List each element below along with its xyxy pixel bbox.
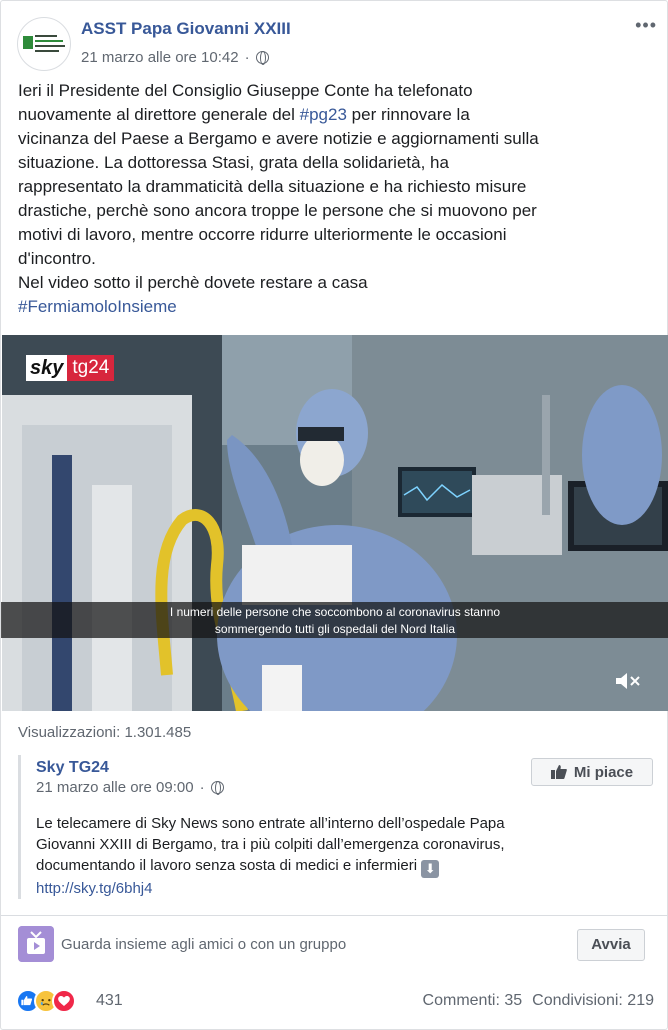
love-reaction-icon <box>52 989 76 1013</box>
logo-mark <box>23 36 33 49</box>
post-text: Ieri il Presidente del Consiglio Giusepp… <box>18 79 650 319</box>
views-count: Visualizzazioni: 1.301.485 <box>18 724 192 741</box>
shared-source-name[interactable]: Sky TG24 <box>36 759 109 777</box>
page-avatar[interactable] <box>17 17 71 71</box>
reaction-count[interactable]: 431 <box>96 992 123 1010</box>
post-meta: 21 marzo alle ore 10:42 · <box>81 49 269 66</box>
speaker-muted-icon[interactable] <box>613 669 641 693</box>
thumbs-up-icon <box>550 765 567 779</box>
post-card: ASST Papa Giovanni XXIII 21 marzo alle o… <box>0 0 668 1030</box>
globe-icon <box>210 781 224 795</box>
shares-count[interactable]: Condivisioni: 219 <box>532 992 654 1010</box>
engagement-stats: Commenti: 35 Condivisioni: 219 <box>423 992 654 1010</box>
video-subtitle: I numeri delle persone che soccombono al… <box>1 602 668 638</box>
video-frame <box>2 335 668 711</box>
hashtag-pg23[interactable]: #pg23 <box>300 105 347 124</box>
shared-timestamp[interactable]: 21 marzo alle ore 09:00 <box>36 779 194 796</box>
globe-icon <box>255 51 269 65</box>
watch-party-text: Guarda insieme agli amici o con un grupp… <box>61 936 347 953</box>
post-timestamp[interactable]: 21 marzo alle ore 10:42 <box>81 49 239 66</box>
comments-count[interactable]: Commenti: 35 <box>423 992 523 1010</box>
watch-party-icon <box>18 926 54 962</box>
hashtag-fermiamoloinsieme[interactable]: #FermiamoloInsieme <box>18 295 650 319</box>
shared-text: Le telecamere di Sky News sono entrate a… <box>36 813 616 899</box>
more-options-icon[interactable]: ••• <box>635 15 657 36</box>
section-divider <box>1 915 668 916</box>
post-header: ASST Papa Giovanni XXIII 21 marzo alle o… <box>17 15 656 71</box>
reactions-summary[interactable] <box>16 989 76 1013</box>
video-player[interactable] <box>2 335 668 711</box>
post-footer: 431 Commenti: 35 Condivisioni: 219 <box>16 989 654 1015</box>
shared-link[interactable]: http://sky.tg/6bhj4 <box>36 878 616 899</box>
start-watch-party-button[interactable]: Avvia <box>577 929 645 961</box>
page-name-link[interactable]: ASST Papa Giovanni XXIII <box>81 19 291 39</box>
sky-tg24-logo: sky tg24 <box>26 355 115 381</box>
shared-meta: 21 marzo alle ore 09:00 · <box>36 779 224 796</box>
down-arrow-emoji: ⬇ <box>421 860 440 878</box>
page-like-button[interactable]: Mi piace <box>531 758 653 786</box>
